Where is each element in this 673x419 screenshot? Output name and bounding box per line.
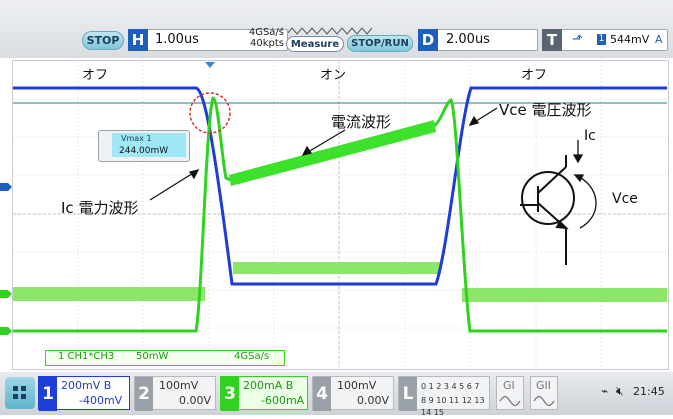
channel-2-scale: 100mV <box>159 379 199 392</box>
ic-label: Ic <box>584 128 596 144</box>
digital-row-1: 0 1 2 3 4 5 6 7 <box>421 382 480 391</box>
channel-1-number: 1 <box>39 377 57 411</box>
channel-2-box[interactable]: 2 100mV 0.00V <box>134 376 216 411</box>
channel-3-offset: -600mA <box>261 394 305 407</box>
ch3-noise-band <box>13 262 667 302</box>
channel-3-number: 3 <box>221 377 239 411</box>
math-scale: 50mW <box>136 351 169 362</box>
digital-row-2: 8 9 10 11 12 13 14 15 <box>421 396 485 417</box>
region-label-on: オン <box>320 68 347 83</box>
channel-2-number: 2 <box>135 377 153 411</box>
channel-3-scale: 200mA B <box>243 380 293 392</box>
vce-label: Vce <box>612 191 638 207</box>
generator-1-box[interactable]: GI <box>496 376 524 410</box>
channel-1-box[interactable]: 1 200mV B -400mV <box>38 376 130 411</box>
ch3-offset-marker[interactable] <box>0 290 12 298</box>
generator-2-box[interactable]: GII <box>530 376 558 410</box>
channel-2-offset: 0.00V <box>179 394 212 407</box>
math-offset-marker[interactable] <box>0 327 12 335</box>
channel-4-offset: 0.00V <box>357 394 390 407</box>
channel-1-bw: B <box>103 379 112 392</box>
transistor-symbol-icon <box>520 155 575 265</box>
trigger-position-marker[interactable] <box>205 62 215 68</box>
vmax-value: 244.00mW <box>119 146 169 156</box>
bottom-channel-bar: 1 200mV B -400mV 2 100mV 0.00V 3 200mA B… <box>0 372 673 417</box>
sine-wave-icon <box>533 395 555 407</box>
clock-time: 21:45 <box>633 385 665 398</box>
digital-letter: L <box>399 377 417 411</box>
channel-1-offset: -400mV <box>79 394 123 407</box>
generator-1-label: GI <box>503 379 515 392</box>
ic-power-annotation: Ic 電力波形 <box>61 199 139 217</box>
channel-3-box[interactable]: 3 200mA B -600mA <box>220 376 308 411</box>
vmax-label: Vmax 1 <box>121 134 152 143</box>
trigger-level-marker[interactable] <box>0 183 12 191</box>
math-sample-rate: 4GSa/s <box>234 351 270 362</box>
digital-channels-box[interactable]: L 0 1 2 3 4 5 6 7 8 9 10 11 12 13 14 15 <box>398 376 490 417</box>
channel-4-number: 4 <box>313 377 331 411</box>
region-label-off-1: オフ <box>82 68 109 83</box>
channel-1-scale-text: 200mV <box>61 379 101 392</box>
speaker-muted-icon[interactable]: 🔇︎ <box>616 384 624 399</box>
menu-grid-icon[interactable] <box>5 377 35 409</box>
channel-3-bw: B <box>285 379 294 392</box>
ic-vce-arrows <box>572 140 597 229</box>
sine-wave-icon <box>499 395 521 407</box>
generator-2-label: GII <box>536 379 552 392</box>
current-waveform-annotation: 電流波形 <box>331 113 392 131</box>
channel-4-scale: 100mV <box>337 379 377 392</box>
region-label-off-2: オフ <box>521 68 548 83</box>
channel-1-scale: 200mV B <box>61 380 111 392</box>
oscilloscope-screen: STOP H 1.00us 4GSa/s 40kpts Measure STOP… <box>0 0 673 417</box>
waveform-canvas <box>0 61 667 367</box>
vce-waveform-annotation: Vce 電圧波形 <box>499 101 592 119</box>
usb-icon: ⌁ <box>601 384 609 398</box>
channel-3-scale-text: 200mA <box>243 379 283 392</box>
math-expression: 1 CH1*CH3 <box>58 351 115 362</box>
channel-4-box[interactable]: 4 100mV 0.00V <box>312 376 394 411</box>
